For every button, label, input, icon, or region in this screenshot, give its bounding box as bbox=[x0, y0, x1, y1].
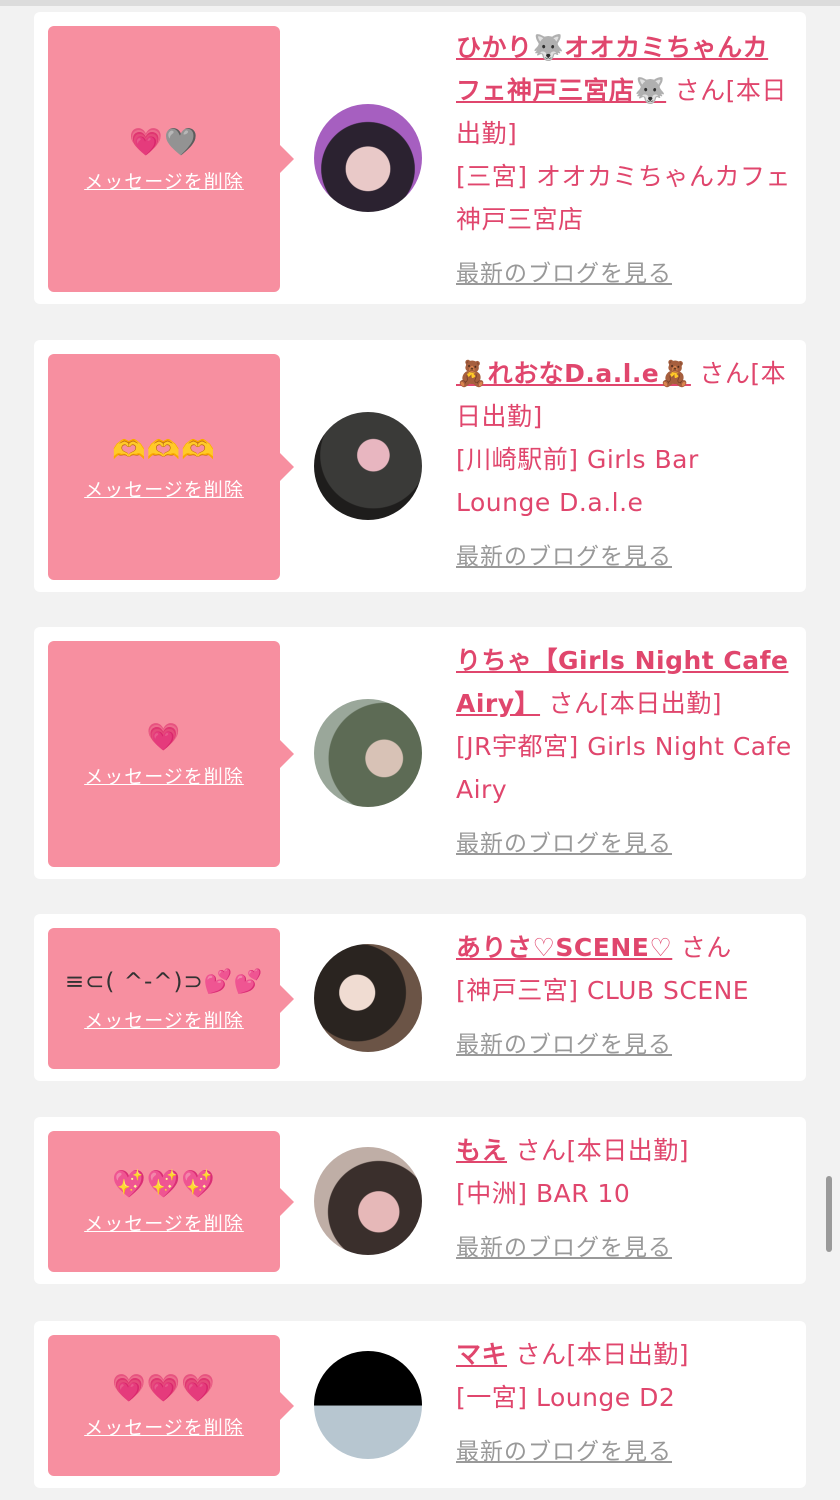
cast-name-link[interactable]: 🧸れおなD.a.l.e🧸 bbox=[456, 359, 691, 388]
cast-name-link[interactable]: マキ bbox=[456, 1340, 507, 1369]
blog-link[interactable]: 最新のブログを見る bbox=[456, 1024, 672, 1067]
blog-link[interactable]: 最新のブログを見る bbox=[456, 1227, 672, 1270]
cast-info: ひかり🐺オオカミちゃんカフェ神戸三宮店🐺 さん[本日出勤] [三宮] オオカミち… bbox=[456, 26, 792, 296]
message-bubble: 💗 メッセージを削除 bbox=[48, 641, 294, 867]
cast-info: マキ さん[本日出勤] [一宮] Lounge D2 最新のブログを見る bbox=[456, 1333, 792, 1474]
message-list: 💗🩶 メッセージを削除 ひかり🐺オオカミちゃんカフェ神戸三宮店🐺 さん[本日出勤… bbox=[0, 0, 840, 1500]
list-item: ≡⊂( ^-^)⊃💕💕 メッセージを削除 ありさ♡SCENE♡ さん [神戸三宮… bbox=[34, 914, 806, 1081]
delete-message-link[interactable]: メッセージを削除 bbox=[84, 475, 244, 502]
message-text: 💗🩶 bbox=[129, 126, 199, 158]
cast-info: ありさ♡SCENE♡ さん [神戸三宮] CLUB SCENE 最新のブログを見… bbox=[456, 926, 792, 1067]
list-item: 🫶🫶🫶 メッセージを削除 🧸れおなD.a.l.e🧸 さん[本日出勤] [川崎駅前… bbox=[34, 340, 806, 592]
delete-message-link[interactable]: メッセージを削除 bbox=[84, 1209, 244, 1236]
delete-message-link[interactable]: メッセージを削除 bbox=[84, 1413, 244, 1440]
message-text: 💗💗💗 bbox=[112, 1373, 216, 1404]
shop-name: [川崎駅前] Girls Bar Lounge D.a.l.e bbox=[456, 445, 699, 517]
list-item: 💗💗💗 メッセージを削除 マキ さん[本日出勤] [一宮] Lounge D2 … bbox=[34, 1321, 806, 1488]
message-bubble: 💗💗💗 メッセージを削除 bbox=[48, 1335, 294, 1476]
message-text: 🫶🫶🫶 bbox=[112, 434, 216, 466]
blog-link[interactable]: 最新のブログを見る bbox=[456, 1431, 672, 1474]
shop-name: [三宮] オオカミちゃんカフェ神戸三宮店 bbox=[456, 162, 791, 234]
cast-suffix: さん[本日出勤] bbox=[515, 1136, 689, 1165]
delete-message-link[interactable]: メッセージを削除 bbox=[84, 167, 244, 194]
list-item: 💗 メッセージを削除 りちゃ【Girls Night Cafe Airy】 さん… bbox=[34, 627, 806, 879]
message-bubble: ≡⊂( ^-^)⊃💕💕 メッセージを削除 bbox=[48, 928, 294, 1069]
blog-link[interactable]: 最新のブログを見る bbox=[456, 536, 672, 579]
shop-name: [JR宇都宮] Girls Night Cafe Airy bbox=[456, 732, 792, 804]
scrollbar[interactable] bbox=[826, 1176, 832, 1252]
avatar[interactable] bbox=[314, 1147, 422, 1255]
cast-info: もえ さん[本日出勤] [中洲] BAR 10 最新のブログを見る bbox=[456, 1129, 792, 1270]
avatar[interactable] bbox=[314, 1351, 422, 1459]
shop-name: [中洲] BAR 10 bbox=[456, 1179, 631, 1208]
cast-suffix: さん[本日出勤] bbox=[548, 689, 723, 718]
cast-info: りちゃ【Girls Night Cafe Airy】 さん[本日出勤] [JR宇… bbox=[456, 639, 792, 866]
avatar[interactable] bbox=[314, 412, 422, 520]
message-bubble: 🫶🫶🫶 メッセージを削除 bbox=[48, 354, 294, 580]
blog-link[interactable]: 最新のブログを見る bbox=[456, 823, 672, 866]
list-item: 💖💖💖 メッセージを削除 もえ さん[本日出勤] [中洲] BAR 10 最新の… bbox=[34, 1117, 806, 1284]
list-item: 💗🩶 メッセージを削除 ひかり🐺オオカミちゃんカフェ神戸三宮店🐺 さん[本日出勤… bbox=[34, 12, 806, 304]
cast-name-link[interactable]: もえ bbox=[456, 1136, 507, 1165]
message-bubble: 💗🩶 メッセージを削除 bbox=[48, 26, 294, 292]
cast-suffix: さん bbox=[680, 933, 732, 962]
cast-info: 🧸れおなD.a.l.e🧸 さん[本日出勤] [川崎駅前] Girls Bar L… bbox=[456, 352, 792, 579]
cast-name-link[interactable]: ありさ♡SCENE♡ bbox=[456, 933, 672, 962]
blog-link[interactable]: 最新のブログを見る bbox=[456, 253, 672, 296]
avatar[interactable] bbox=[314, 699, 422, 807]
avatar[interactable] bbox=[314, 104, 422, 212]
avatar[interactable] bbox=[314, 944, 422, 1052]
shop-name: [神戸三宮] CLUB SCENE bbox=[456, 976, 750, 1005]
delete-message-link[interactable]: メッセージを削除 bbox=[84, 762, 244, 789]
delete-message-link[interactable]: メッセージを削除 bbox=[84, 1006, 244, 1033]
cast-suffix: さん[本日出勤] bbox=[515, 1340, 689, 1369]
message-text: ≡⊂( ^-^)⊃💕💕 bbox=[64, 969, 264, 995]
message-text: 💗 bbox=[146, 721, 182, 753]
message-text: 💖💖💖 bbox=[112, 1169, 216, 1200]
shop-name: [一宮] Lounge D2 bbox=[456, 1383, 676, 1412]
message-bubble: 💖💖💖 メッセージを削除 bbox=[48, 1131, 294, 1272]
